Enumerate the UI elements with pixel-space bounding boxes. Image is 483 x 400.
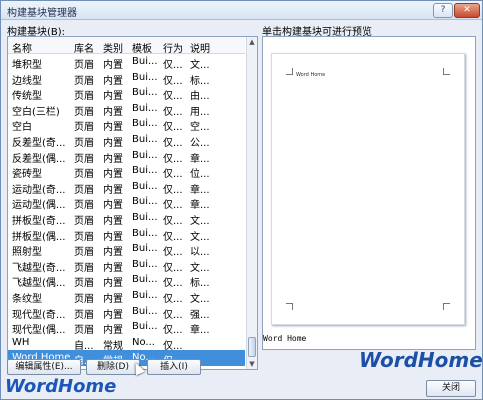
preview-header-text: Word Home [296,72,326,78]
table-cell: Bui... [132,180,158,192]
table-row[interactable]: 空白(三栏) 页眉 内置 Bui... 仅... 用... [8,101,245,118]
table-cell: Bui... [132,133,158,145]
table-row[interactable]: 拼板型(奇... 页眉 内置 Bui... 仅... 文... [8,210,245,227]
table-cell: Bui... [132,258,158,270]
column-header-name[interactable]: 名称 [12,40,70,55]
corner-mark-bottom-right [443,303,450,310]
edit-properties-button[interactable]: 编辑属性(E)... [7,359,81,375]
table-row[interactable]: 传统型 页眉 内置 Bui... 仅... 由... [8,85,245,102]
scroll-thumb[interactable] [248,337,256,357]
table-cell: Bui... [132,56,158,67]
table-row[interactable]: 飞越型(偶... 页眉 内置 Bui... 仅... 标... [8,272,245,289]
table-row[interactable]: 瓷砖型 页眉 内置 Bui... 仅... 位... [8,163,245,180]
table-row[interactable]: 堆积型 页眉 内置 Bui... 仅... 文... [8,54,245,71]
title-bar: 构建基块管理器 ? ✕ [1,1,482,20]
table-cell: Bui... [132,289,158,301]
table-row[interactable]: 飞越型(奇... 页眉 内置 Bui... 仅... 文... [8,257,245,274]
wordhome-watermark-right: WordHome [359,348,483,372]
column-header-description[interactable]: 说明 [190,40,210,55]
corner-mark-top-left [286,68,293,75]
table-row[interactable]: 运动型(偶... 页眉 内置 Bui... 仅... 章... [8,194,245,211]
table-cell: Bui... [132,196,158,208]
table-cell: Bui... [132,321,158,333]
column-header-gallery[interactable]: 库名 [74,40,94,55]
table-cell: No... [132,336,155,348]
table-cell: Bui... [132,227,158,239]
table-cell: Bui... [132,71,158,83]
vertical-scrollbar[interactable]: ▲ ▼ [246,37,257,369]
table-row[interactable]: 照射型 页眉 内置 Bui... 仅... 以... [8,241,245,258]
scroll-up-arrow-icon[interactable]: ▲ [247,37,257,47]
close-window-button[interactable]: ✕ [454,3,480,18]
column-header-behavior[interactable]: 行为 [163,40,183,55]
corner-mark-top-right [443,68,450,75]
table-cell: Bui... [132,118,158,130]
preview-block-name: Word Home [263,334,307,343]
table-row[interactable]: 反差型(偶... 页眉 内置 Bui... 仅... 章... [8,148,245,165]
table-cell: Bui... [132,243,158,255]
table-row[interactable]: 现代型(奇... 页眉 内置 Bui... 仅... 强... [8,304,245,321]
scroll-down-arrow-icon[interactable]: ▼ [247,359,257,369]
help-button[interactable]: ? [433,3,453,18]
table-row[interactable]: 反差型(奇... 页眉 内置 Bui... 仅... 公... [8,132,245,149]
table-cell: Bui... [132,87,158,99]
table-cell: WH [12,336,30,348]
list-header: 名称 库名 类别 模板 行为 说明 [8,37,245,55]
table-cell: Bui... [132,274,158,286]
building-blocks-list[interactable]: 名称 库名 类别 模板 行为 说明 堆积型 页眉 内置 Bui... 仅... 文... 边… [7,36,258,370]
table-cell: Bui... [132,211,158,223]
table-cell: Bui... [132,305,158,317]
column-header-category[interactable]: 类别 [103,40,123,55]
preview-pane: Word Home [262,36,476,350]
table-row[interactable]: 现代型(偶... 页眉 内置 Bui... 仅... 章... [8,319,245,336]
corner-mark-bottom-left [286,303,293,310]
table-cell: Bui... [132,102,158,114]
building-blocks-organizer-window: 构建基块管理器 ? ✕ 构建基块(B): 单击构建基块可进行预览 名称 库名 类… [0,0,483,400]
preview-page: Word Home [271,53,465,325]
table-row[interactable]: 运动型(奇... 页眉 内置 Bui... 仅... 章... [8,179,245,196]
column-header-template[interactable]: 模板 [132,40,152,55]
table-row[interactable]: 边线型 页眉 内置 Bui... 仅... 标... [8,70,245,87]
table-cell: Bui... [132,165,158,177]
insert-button[interactable]: 插入(I) [147,359,201,375]
table-row[interactable]: 条纹型 页眉 内置 Bui... 仅... 文... [8,288,245,305]
list-rows: 堆积型 页眉 内置 Bui... 仅... 文... 边线型 页眉 内置 Bui... 仅... 标.… [8,54,245,369]
dialog-content: 构建基块(B): 单击构建基块可进行预览 名称 库名 类别 模板 行为 说明 堆… [1,20,483,399]
table-row[interactable]: 拼板型(偶... 页眉 内置 Bui... 仅... 文... [8,226,245,243]
wordhome-watermark-left: WordHome [5,376,117,397]
table-cell: Bui... [132,149,158,161]
window-title: 构建基块管理器 [7,8,77,19]
table-row[interactable]: WH 自... 常规 No... 仅... [8,335,245,352]
close-button[interactable]: 关闭 [426,380,476,397]
table-row[interactable]: 空白 页眉 内置 Bui... 仅... 空... [8,116,245,133]
